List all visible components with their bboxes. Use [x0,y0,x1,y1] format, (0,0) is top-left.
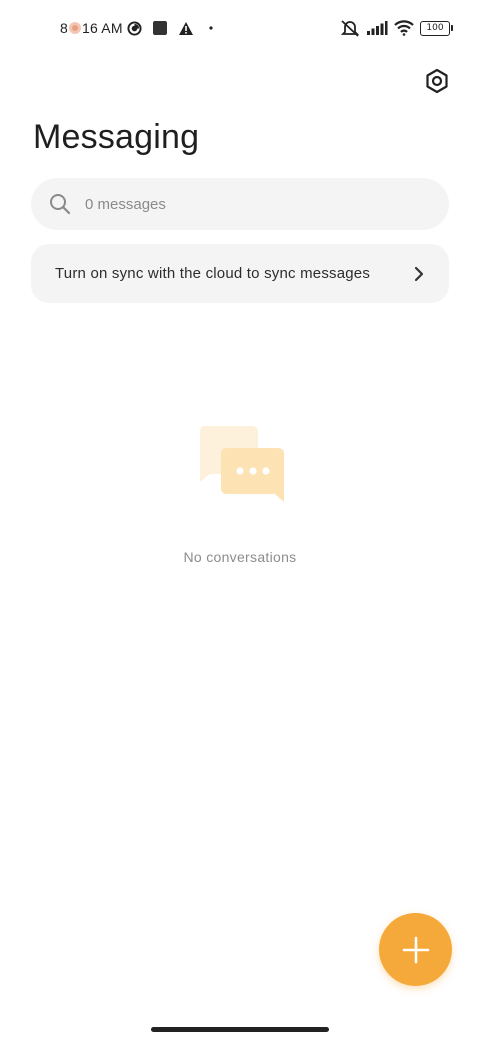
new-message-button[interactable] [379,913,452,986]
dot-icon [209,26,213,30]
battery-level: 100 [426,22,444,33]
square-app-icon [152,21,167,35]
app-circle-icon [127,20,142,36]
notification-emoji-icon [69,22,81,34]
status-right: 100 [340,17,453,39]
settings-button[interactable] [422,66,452,96]
battery-icon: 100 [420,20,453,36]
status-bar: 8 16 AM 100 [0,0,480,56]
silent-icon [340,20,360,37]
sync-banner[interactable]: Turn on sync with the cloud to sync mess… [31,244,449,303]
home-indicator[interactable] [151,1027,329,1032]
status-time: 8 16 AM [60,20,123,36]
signal-icon [367,21,388,35]
status-time-rest: 16 AM [82,20,123,36]
search-input[interactable] [83,194,407,214]
chat-bubbles-icon [200,426,284,502]
status-left: 8 16 AM [60,18,216,38]
wifi-icon [394,20,414,36]
status-time-hour: 8 [60,20,68,36]
warning-icon [178,21,193,35]
chevron-right-icon [414,266,424,281]
page-title: Messaging [33,118,200,156]
sync-banner-text: Turn on sync with the cloud to sync mess… [55,265,371,282]
search-bar[interactable] [31,178,449,230]
empty-state-text: No conversations [183,549,297,565]
search-icon [50,194,71,215]
settings-hexagon-icon [426,68,448,94]
plus-icon [402,936,429,963]
